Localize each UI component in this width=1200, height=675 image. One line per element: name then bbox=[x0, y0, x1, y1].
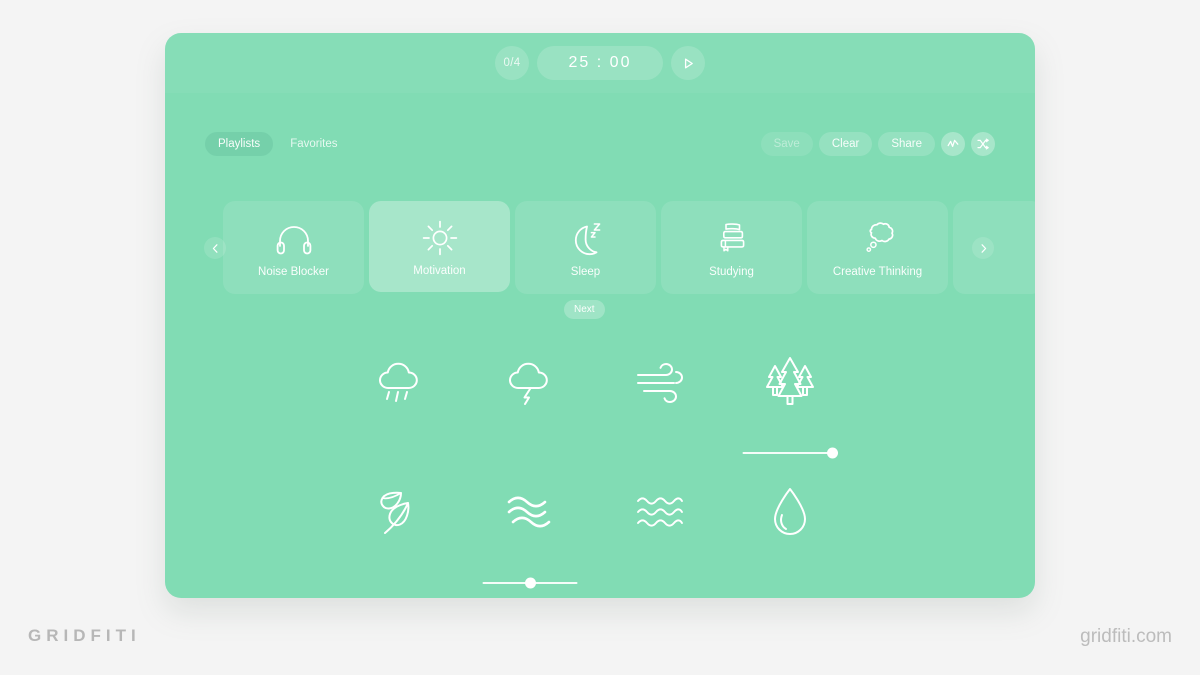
playlist-card-label: Motivation bbox=[413, 264, 466, 277]
slider-track bbox=[742, 447, 839, 459]
tab-group: Playlists Favorites bbox=[205, 132, 350, 156]
tab-favorites[interactable]: Favorites bbox=[277, 132, 350, 156]
headphones-icon bbox=[275, 218, 313, 258]
waveform-icon bbox=[946, 137, 960, 151]
playlist-card-creative-thinking[interactable]: Creative Thinking bbox=[807, 201, 948, 294]
rain-cloud-icon bbox=[372, 348, 428, 418]
play-button[interactable] bbox=[671, 46, 705, 80]
action-group: Save Clear Share bbox=[760, 132, 995, 156]
session-counter[interactable]: 0/4 bbox=[495, 46, 529, 80]
leaves-icon bbox=[371, 478, 429, 548]
clear-button[interactable]: Clear bbox=[818, 132, 873, 156]
playlist-card-noise-blocker[interactable]: Noise Blocker bbox=[223, 201, 364, 294]
playlist-card-label: Sleep bbox=[570, 265, 601, 278]
sound-leaves[interactable] bbox=[335, 478, 465, 598]
sun-icon bbox=[421, 217, 459, 257]
moon-sleep-icon bbox=[566, 218, 606, 258]
water-drop-icon bbox=[767, 478, 813, 548]
sound-forest[interactable] bbox=[725, 348, 855, 478]
shuffle-button[interactable] bbox=[971, 132, 995, 156]
slider-knob[interactable] bbox=[524, 577, 536, 589]
thought-bubble-icon bbox=[857, 218, 899, 258]
playlist-card-label: Noise Blocker bbox=[258, 265, 329, 278]
share-button[interactable]: Share bbox=[878, 132, 935, 156]
timer-bar: 0/4 25 : 00 bbox=[165, 46, 1035, 80]
gridfiti-website: gridfiti.com bbox=[1080, 626, 1172, 647]
forest-trees-icon bbox=[759, 348, 821, 418]
save-button[interactable]: Save bbox=[760, 132, 813, 156]
thunder-cloud-icon bbox=[502, 348, 558, 418]
ocean-waves-icon bbox=[633, 478, 687, 548]
chevron-left-icon bbox=[210, 243, 221, 254]
playlist-card-motivation[interactable]: Motivation bbox=[369, 201, 510, 292]
playlist-card-list: Noise Blocker Motivation Sleep Studying … bbox=[223, 201, 1035, 294]
page-root: 0/4 25 : 00 Playlists Favorites Save Cle… bbox=[0, 0, 1200, 675]
waveform-button[interactable] bbox=[941, 132, 965, 156]
volume-slider-river[interactable] bbox=[482, 576, 578, 590]
river-waves-icon bbox=[501, 478, 559, 548]
wind-icon bbox=[632, 348, 688, 418]
playlist-card-studying[interactable]: Studying bbox=[661, 201, 802, 294]
playlist-carousel: Noise Blocker Motivation Sleep Studying … bbox=[165, 201, 1035, 295]
gridfiti-logo: GRIDFITI bbox=[28, 626, 141, 645]
playlist-card-label: Creative Thinking bbox=[832, 265, 923, 278]
volume-slider-forest[interactable] bbox=[742, 446, 839, 460]
tab-playlists[interactable]: Playlists bbox=[205, 132, 274, 156]
playlist-card-next-partial[interactable] bbox=[953, 201, 1035, 294]
sound-rain[interactable] bbox=[335, 348, 465, 478]
sound-ocean[interactable] bbox=[595, 478, 725, 598]
slider-track bbox=[482, 577, 578, 589]
app-window: 0/4 25 : 00 Playlists Favorites Save Cle… bbox=[165, 33, 1035, 598]
next-button[interactable]: Next bbox=[564, 300, 605, 319]
timer-display[interactable]: 25 : 00 bbox=[537, 46, 663, 80]
shuffle-icon bbox=[976, 137, 990, 151]
chevron-right-icon bbox=[978, 243, 989, 254]
playlist-card-sleep[interactable]: Sleep bbox=[515, 201, 656, 294]
books-icon bbox=[713, 218, 751, 258]
sound-river[interactable] bbox=[465, 478, 595, 598]
carousel-next-button[interactable] bbox=[972, 237, 994, 259]
play-icon bbox=[682, 57, 695, 70]
playlist-card-label: Studying bbox=[709, 265, 754, 278]
sound-grid bbox=[335, 348, 865, 598]
slider-knob[interactable] bbox=[827, 447, 839, 459]
controls-row: Playlists Favorites Save Clear Share bbox=[165, 128, 1035, 160]
sound-water-drop[interactable] bbox=[725, 478, 855, 598]
sound-wind[interactable] bbox=[595, 348, 725, 478]
sound-thunder[interactable] bbox=[465, 348, 595, 478]
